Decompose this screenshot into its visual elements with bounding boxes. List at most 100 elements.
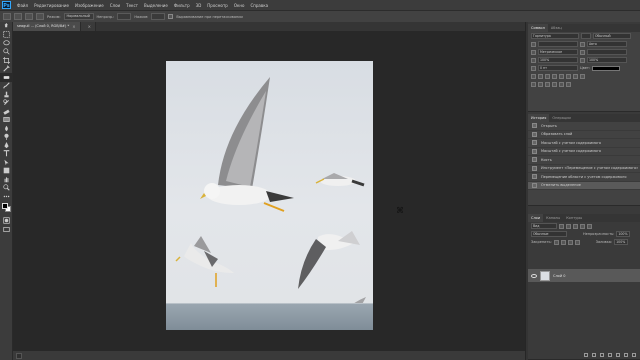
menu-filter[interactable]: Фильтр (171, 3, 193, 8)
gradient-tool-icon[interactable] (0, 116, 13, 125)
vertical-scale-input[interactable]: 100% (538, 57, 578, 63)
menu-image[interactable]: Изображение (72, 3, 107, 8)
flow-input[interactable] (151, 13, 166, 20)
font-family-select[interactable]: Гарнитура (531, 33, 579, 39)
hand-tool-icon[interactable] (0, 175, 13, 184)
history-item-selected[interactable]: Отменить выделение (528, 181, 640, 190)
layer-opacity-input[interactable]: 100% (616, 231, 631, 237)
dodge-tool-icon[interactable] (0, 133, 13, 142)
font-size-input[interactable] (538, 41, 578, 47)
add-selection-icon[interactable] (25, 13, 33, 20)
blend-mode-select[interactable]: Обычные (531, 231, 567, 237)
subscript-icon[interactable] (566, 73, 571, 79)
tab-history[interactable]: История (528, 114, 550, 122)
menu-edit[interactable]: Редактирование (31, 3, 72, 8)
kerning-select[interactable]: Метрическое (538, 49, 578, 55)
zoom-tool-icon[interactable] (0, 184, 13, 193)
superscript-icon[interactable] (559, 73, 564, 79)
underline-icon[interactable] (573, 73, 578, 79)
layer-mask-icon[interactable] (600, 353, 604, 357)
marquee-tool-icon[interactable] (0, 31, 13, 40)
close-icon[interactable]: × (72, 22, 75, 31)
layer-style-icon[interactable] (592, 353, 596, 357)
font-style-select[interactable]: Обычный (593, 33, 631, 39)
new-selection-icon[interactable] (14, 13, 22, 20)
history-item[interactable]: Образовать слой (528, 131, 640, 139)
stamp-tool-icon[interactable] (0, 90, 13, 99)
document-canvas[interactable] (166, 61, 373, 330)
shape-filter-icon[interactable] (580, 223, 585, 229)
swash-icon[interactable] (545, 81, 550, 87)
lock-position-icon[interactable] (567, 239, 573, 245)
link-layers-icon[interactable] (584, 353, 588, 357)
smart-object-filter-icon[interactable] (587, 223, 592, 229)
move-tool-icon[interactable] (0, 22, 13, 31)
color-swatches[interactable] (0, 201, 13, 217)
pixel-filter-icon[interactable] (559, 223, 564, 229)
visibility-eye-icon[interactable] (531, 273, 537, 278)
menu-file[interactable]: Файл (14, 3, 31, 8)
tab-channels[interactable]: Каналы (543, 214, 563, 222)
history-item[interactable]: Открыть (528, 122, 640, 131)
close-icon[interactable]: × (88, 22, 91, 31)
horizontal-scale-input[interactable]: 100% (587, 57, 627, 63)
strikethrough-icon[interactable] (580, 73, 585, 79)
ordinal-icon[interactable] (538, 81, 543, 87)
menu-window[interactable]: Окно (231, 3, 248, 8)
menu-type[interactable]: Текст (123, 3, 141, 8)
titling-icon[interactable] (559, 81, 564, 87)
menu-layers[interactable]: Слои (107, 3, 123, 8)
tab-layers[interactable]: Слои (528, 214, 544, 222)
text-color-swatch[interactable] (592, 65, 621, 71)
foreground-color-swatch[interactable] (2, 202, 8, 209)
history-item[interactable]: Масштаб с учетом содержимого (528, 148, 640, 156)
leading-input[interactable]: Авто (587, 41, 627, 47)
lock-pixels-icon[interactable] (560, 239, 566, 245)
new-group-icon[interactable] (616, 353, 620, 357)
fill-input[interactable]: 100% (614, 239, 629, 245)
fraction-icon[interactable] (566, 81, 571, 87)
all-caps-icon[interactable] (545, 73, 550, 79)
eyedropper-tool-icon[interactable] (0, 65, 13, 74)
lock-transparent-icon[interactable] (553, 239, 559, 245)
history-brush-tool-icon[interactable] (0, 99, 13, 108)
zoom-level-field[interactable] (16, 352, 22, 359)
tab-paths[interactable]: Контуры (563, 214, 585, 222)
lasso-tool-icon[interactable] (0, 39, 13, 48)
blur-tool-icon[interactable] (0, 124, 13, 133)
faux-italic-icon[interactable] (538, 73, 543, 79)
canvas-area[interactable]: ⌘ (13, 31, 525, 351)
menu-select[interactable]: Выделение (141, 3, 171, 8)
mode-select[interactable]: Нормальный (63, 13, 94, 20)
subtract-selection-icon[interactable] (36, 13, 44, 20)
patch-tool-icon[interactable] (3, 13, 11, 20)
history-item[interactable]: Кисть (528, 156, 640, 165)
menu-help[interactable]: Справка (247, 3, 271, 8)
tab-actions[interactable]: Операции (549, 114, 574, 122)
small-caps-icon[interactable] (552, 73, 557, 79)
tracking-input[interactable] (587, 49, 627, 55)
menu-view[interactable]: Просмотр (204, 3, 231, 8)
type-tool-icon[interactable] (0, 150, 13, 159)
new-layer-icon[interactable] (624, 353, 628, 357)
quick-select-tool-icon[interactable] (0, 48, 13, 57)
shape-tool-icon[interactable] (0, 167, 13, 176)
eraser-tool-icon[interactable] (0, 107, 13, 116)
lock-all-icon[interactable] (574, 239, 580, 245)
patch-tool-icon-active[interactable] (0, 73, 13, 82)
align-checkbox[interactable] (168, 14, 174, 19)
alternate-icon[interactable] (552, 81, 557, 87)
history-item[interactable]: Перемещение области с учетом содержимого (528, 173, 640, 182)
tab-character[interactable]: Символ (528, 24, 548, 32)
faux-bold-icon[interactable] (531, 73, 536, 79)
ligature-icon[interactable] (531, 81, 536, 87)
trash-icon[interactable] (632, 353, 636, 357)
adjustment-layer-icon[interactable] (608, 353, 612, 357)
quick-mask-icon[interactable] (0, 217, 13, 226)
crop-tool-icon[interactable] (0, 56, 13, 65)
brush-tool-icon[interactable] (0, 82, 13, 91)
tab-other-doc[interactable]: × (80, 22, 96, 31)
layer-kind-filter[interactable]: Вид (531, 223, 557, 229)
menu-3d[interactable]: 3D (193, 3, 205, 8)
type-filter-icon[interactable] (573, 223, 578, 229)
